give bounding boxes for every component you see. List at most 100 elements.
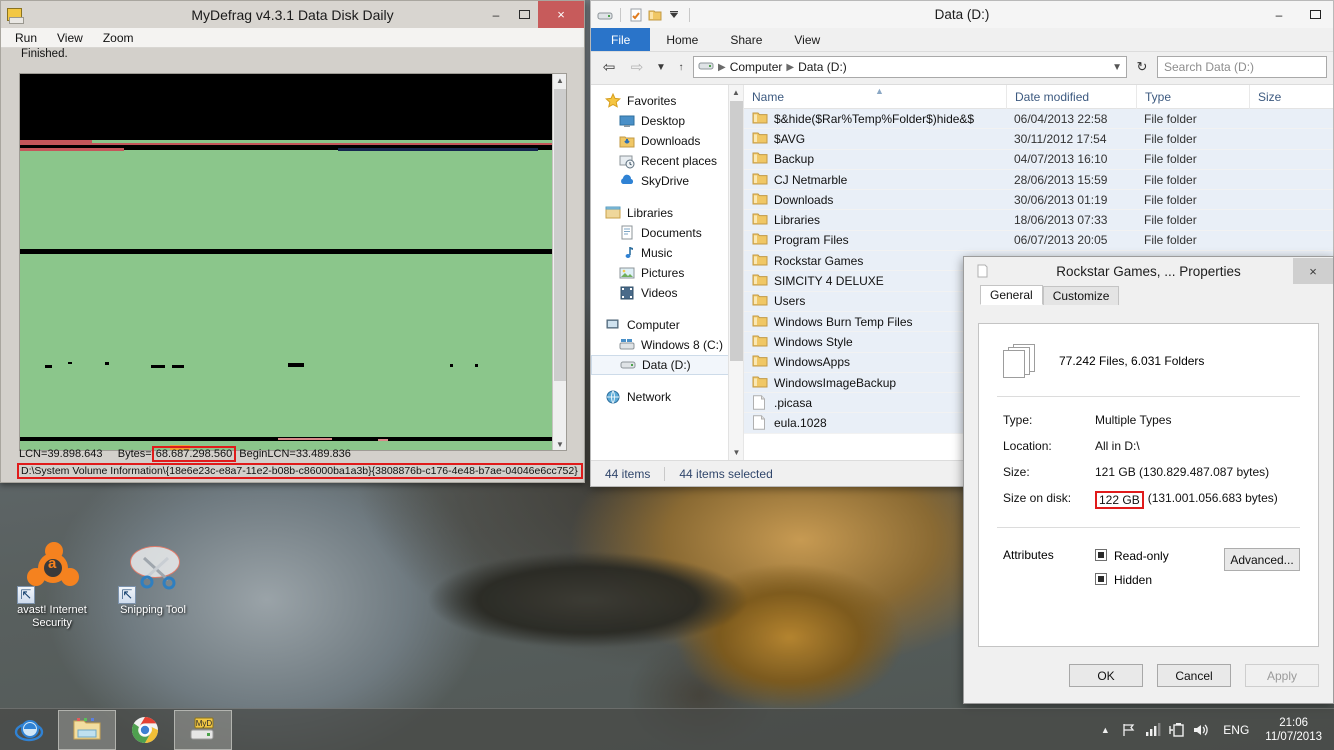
tab-general[interactable]: General	[980, 285, 1043, 305]
nav-item-skydrive[interactable]: SkyDrive	[591, 171, 743, 191]
nav-item-windows-c[interactable]: Windows 8 (C:)	[591, 335, 743, 355]
nav-item-libraries[interactable]: Libraries	[591, 203, 743, 223]
nav-item-videos[interactable]: Videos	[591, 283, 743, 303]
show-hidden-icons-button[interactable]: ▲	[1093, 711, 1117, 749]
properties-dialog[interactable]: Rockstar Games, ... Properties × General…	[963, 256, 1334, 704]
mydefrag-maximize-button[interactable]	[510, 1, 538, 28]
column-header-date-modified[interactable]: Date modified	[1006, 85, 1136, 109]
nav-item-computer[interactable]: Computer	[591, 315, 743, 335]
address-bar[interactable]: ⇦ ⇨ ▼ ↑ ▶ Computer ▶ Data (D:) ▼ ↻ Searc…	[591, 52, 1333, 82]
mydefrag-titlebar[interactable]: MyDefrag v4.3.1 Data Disk Daily – ×	[1, 1, 584, 28]
checkbox-hidden[interactable]	[1095, 573, 1107, 585]
network-icon[interactable]	[1141, 711, 1165, 749]
table-row[interactable]: Libraries18/06/2013 07:33File folder	[744, 210, 1333, 230]
file-name-cell[interactable]: CJ Netmarble	[744, 172, 1006, 188]
column-header-size[interactable]: Size	[1249, 85, 1329, 109]
address-breadcrumb-input[interactable]: ▶ Computer ▶ Data (D:) ▼	[693, 56, 1127, 78]
clock[interactable]: 21:06 11/07/2013	[1259, 716, 1334, 744]
scroll-up-arrow-icon[interactable]: ▲	[553, 74, 567, 88]
nav-item-recent-places[interactable]: Recent places	[591, 151, 743, 171]
column-header-type[interactable]: Type	[1136, 85, 1249, 109]
mydefrag-window[interactable]: MyDefrag v4.3.1 Data Disk Daily – × Run …	[0, 0, 585, 483]
disk-map-scrollbar[interactable]: ▲ ▼	[552, 74, 566, 451]
flag-icon[interactable]	[1117, 711, 1141, 749]
volume-icon[interactable]	[1189, 711, 1213, 749]
mydefrag-close-button[interactable]: ×	[538, 1, 584, 28]
navigation-pane[interactable]: Favorites Desktop Downloads Recent place…	[591, 85, 743, 460]
table-row[interactable]: Program Files06/07/2013 20:05File folder	[744, 231, 1333, 251]
recent-locations-button[interactable]: ▼	[653, 55, 669, 79]
column-header-name[interactable]: Name ▲	[744, 85, 1006, 109]
mydefrag-menubar[interactable]: Run View Zoom	[1, 28, 584, 48]
table-row[interactable]: Downloads30/06/2013 01:19File folder	[744, 190, 1333, 210]
tab-file[interactable]: File	[591, 28, 650, 51]
battery-icon[interactable]	[1165, 711, 1189, 749]
nav-item-documents[interactable]: Documents	[591, 223, 743, 243]
nav-item-desktop[interactable]: Desktop	[591, 111, 743, 131]
properties-titlebar[interactable]: Rockstar Games, ... Properties ×	[964, 257, 1333, 285]
desktop-icon-snipping-tool[interactable]: ⇱ Snipping Tool	[103, 540, 203, 617]
file-name-cell[interactable]: Libraries	[744, 212, 1006, 228]
search-input[interactable]: Search Data (D:)	[1157, 56, 1327, 78]
scroll-down-arrow-icon[interactable]: ▼	[729, 445, 744, 460]
tab-view[interactable]: View	[778, 28, 836, 51]
file-name-cell[interactable]: $AVG	[744, 131, 1006, 147]
nav-item-downloads[interactable]: Downloads	[591, 131, 743, 151]
explorer-maximize-button[interactable]	[1297, 2, 1333, 28]
system-tray[interactable]: ▲ ENG 21:06 11/07/2013	[1093, 710, 1334, 750]
explorer-minimize-button[interactable]: –	[1261, 2, 1297, 28]
taskbar-internet-explorer[interactable]	[0, 710, 58, 750]
properties-tabs[interactable]: General Customize	[964, 285, 1333, 305]
nav-item-favorites[interactable]: Favorites	[591, 91, 743, 111]
up-button[interactable]: ↑	[673, 55, 689, 79]
table-row[interactable]: $&hide($Rar%Temp%Folder$)hide&$06/04/201…	[744, 109, 1333, 129]
explorer-titlebar[interactable]: Data (D:) –	[591, 1, 1333, 28]
file-name-cell[interactable]: Downloads	[744, 192, 1006, 208]
ok-button[interactable]: OK	[1069, 664, 1143, 687]
ribbon-tabs[interactable]: File Home Share View	[591, 28, 1333, 52]
table-row[interactable]: Backup04/07/2013 16:10File folder	[744, 150, 1333, 170]
menu-item-run[interactable]: Run	[15, 31, 37, 45]
tab-home[interactable]: Home	[650, 28, 714, 51]
checkbox-read-only[interactable]	[1095, 549, 1107, 561]
refresh-button[interactable]: ↻	[1131, 56, 1153, 78]
nav-item-network[interactable]: Network	[591, 387, 743, 407]
file-name-cell[interactable]: Backup	[744, 151, 1006, 167]
breadcrumb-computer[interactable]: Computer	[730, 60, 783, 74]
scrollbar-thumb[interactable]	[730, 101, 743, 361]
table-row[interactable]: $AVG30/11/2012 17:54File folder	[744, 129, 1333, 149]
forward-button[interactable]: ⇨	[625, 55, 649, 79]
menu-item-zoom[interactable]: Zoom	[103, 31, 134, 45]
file-name-cell[interactable]: $&hide($Rar%Temp%Folder$)hide&$	[744, 111, 1006, 127]
file-name-cell[interactable]: Program Files	[744, 232, 1006, 248]
back-button[interactable]: ⇦	[597, 55, 621, 79]
nav-item-music[interactable]: Music	[591, 243, 743, 263]
taskbar-mydefrag[interactable]: MyD	[174, 710, 232, 750]
properties-dialog-buttons[interactable]: OK Cancel Apply	[1069, 664, 1319, 687]
language-indicator[interactable]: ENG	[1213, 723, 1259, 737]
properties-summary: 77.242 Files, 6.031 Folders	[1059, 354, 1204, 368]
taskbar-google-chrome[interactable]	[116, 710, 174, 750]
breadcrumb-data-drive[interactable]: Data (D:)	[798, 60, 847, 74]
desktop-icon-avast[interactable]: ⇱ avast! Internet Security	[2, 540, 102, 630]
scrollbar-thumb[interactable]	[554, 89, 566, 381]
nav-item-pictures[interactable]: Pictures	[591, 263, 743, 283]
tab-customize[interactable]: Customize	[1043, 286, 1120, 305]
properties-close-button[interactable]: ×	[1293, 258, 1333, 284]
column-headers[interactable]: Name ▲ Date modified Type Size	[744, 85, 1333, 109]
sidebar-item-data-drive[interactable]: Data (D:)	[591, 355, 737, 375]
cancel-button[interactable]: Cancel	[1157, 664, 1231, 687]
attribute-read-only[interactable]: Read-only	[1095, 548, 1169, 563]
taskbar-file-explorer[interactable]	[58, 710, 116, 750]
taskbar[interactable]: MyD ▲ ENG 21:06 11/07/2013	[0, 708, 1334, 750]
mydefrag-minimize-button[interactable]: –	[482, 1, 510, 28]
scroll-up-arrow-icon[interactable]: ▲	[729, 85, 743, 100]
table-row[interactable]: CJ Netmarble28/06/2013 15:59File folder	[744, 170, 1333, 190]
attribute-hidden[interactable]: Hidden	[1095, 572, 1169, 587]
mydefrag-disk-map[interactable]: ▲ ▼	[19, 73, 567, 451]
advanced-button[interactable]: Advanced...	[1224, 548, 1300, 571]
navpane-scrollbar[interactable]: ▲ ▼	[728, 85, 743, 460]
address-chevron-down-icon[interactable]: ▼	[1112, 62, 1122, 73]
tab-share[interactable]: Share	[714, 28, 778, 51]
menu-item-view[interactable]: View	[57, 31, 83, 45]
